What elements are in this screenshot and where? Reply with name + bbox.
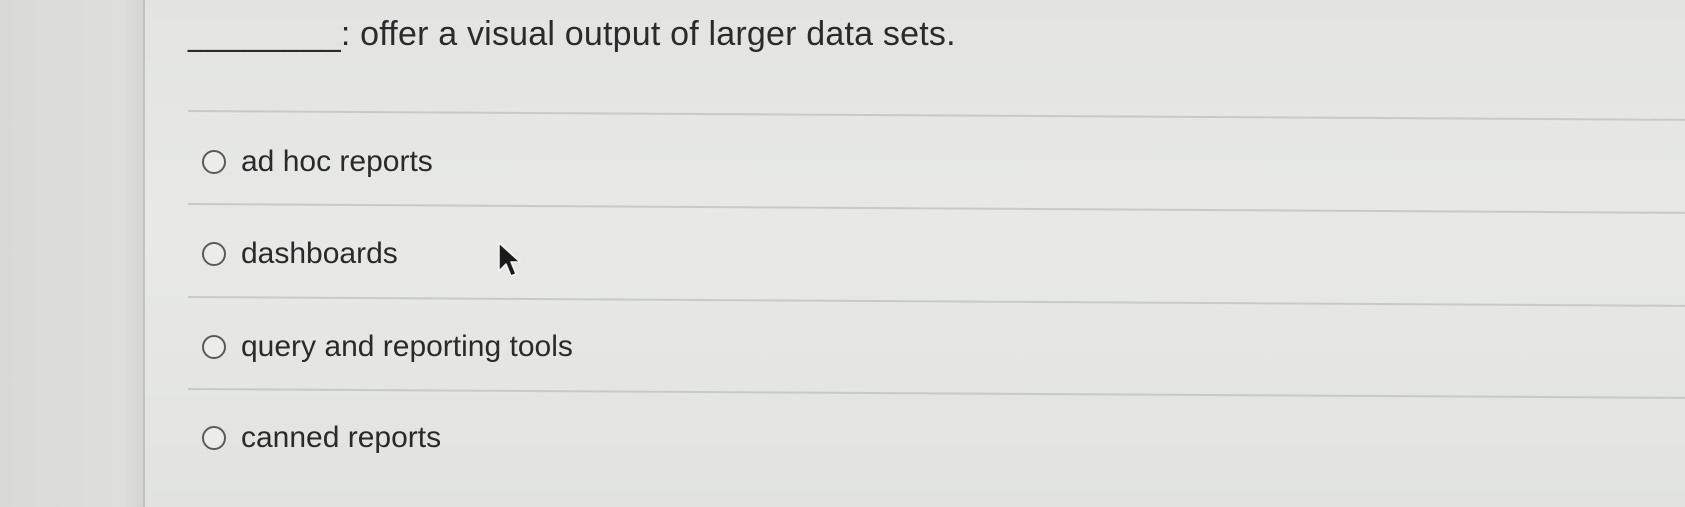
option-label: canned reports: [241, 421, 442, 454]
radio-circle-icon[interactable]: [202, 426, 226, 450]
divider: [187, 203, 1685, 214]
mouse-pointer-icon: [498, 242, 521, 277]
radio-circle-icon[interactable]: [202, 335, 226, 359]
question-card: ________: offer a visual output of large…: [145, 0, 1685, 507]
option-label: dashboards: [241, 237, 398, 270]
option-canned-reports[interactable]: canned reports: [202, 418, 441, 458]
option-query-and-reporting-tools[interactable]: query and reporting tools: [202, 327, 573, 367]
divider: [187, 296, 1685, 307]
radio-circle-icon[interactable]: [202, 242, 226, 266]
option-ad-hoc-reports[interactable]: ad hoc reports: [202, 142, 433, 182]
divider: [187, 388, 1685, 399]
question-prompt: ________: offer a visual output of large…: [188, 15, 956, 53]
divider: [187, 110, 1685, 121]
option-label: query and reporting tools: [241, 330, 573, 363]
option-label: ad hoc reports: [241, 145, 433, 178]
radio-circle-icon[interactable]: [202, 150, 226, 174]
option-dashboards[interactable]: dashboards: [202, 234, 398, 274]
left-gutter: [0, 0, 143, 507]
